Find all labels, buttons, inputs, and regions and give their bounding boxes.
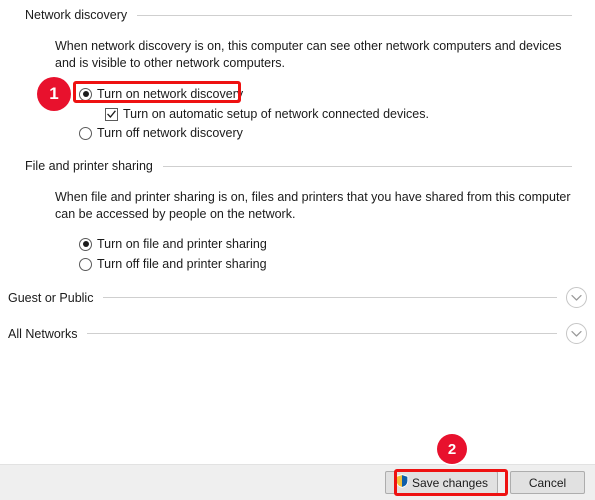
chevron-down-icon[interactable]	[566, 323, 587, 344]
chevron-down-icon[interactable]	[566, 287, 587, 308]
collapsible-section-guest-or-public[interactable]: Guest or Public	[0, 287, 595, 308]
section-header-file-and-printer-sharing: File and printer sharing	[0, 158, 595, 174]
turn-on-automatic-setup-checkbox[interactable]: Turn on automatic setup of network conne…	[105, 105, 429, 123]
section-title-file-and-printer-sharing: File and printer sharing	[25, 159, 153, 173]
file-and-printer-sharing-description: When file and printer sharing is on, fil…	[55, 190, 571, 221]
turn-off-file-and-printer-sharing-radio[interactable]: Turn off file and printer sharing	[79, 255, 267, 273]
network-discovery-description: When network discovery is on, this compu…	[55, 39, 562, 70]
collapsible-title-guest-or-public: Guest or Public	[8, 290, 94, 305]
radio-indicator	[79, 257, 92, 271]
option-label: Turn off file and printer sharing	[97, 257, 267, 271]
section-rule	[87, 333, 557, 334]
annotation-badge-2-number: 2	[447, 440, 457, 458]
option-label: Turn on file and printer sharing	[97, 237, 267, 251]
section-rule	[137, 14, 572, 16]
option-label: Turn off network discovery	[97, 126, 243, 140]
radio-indicator	[79, 87, 92, 101]
cancel-button[interactable]: Cancel	[510, 471, 585, 494]
save-changes-label: Save changes	[411, 475, 488, 490]
settings-content-area: Network discovery When network discovery…	[0, 0, 595, 464]
section-header-network-discovery: Network discovery	[0, 7, 595, 23]
collapsible-section-all-networks[interactable]: All Networks	[0, 323, 595, 344]
option-label: Turn on automatic setup of network conne…	[123, 107, 429, 121]
section-title-network-discovery: Network discovery	[25, 8, 128, 22]
radio-indicator	[79, 126, 92, 140]
annotation-badge-1-number: 1	[49, 84, 59, 103]
annotation-badge-2: 2	[437, 434, 467, 464]
turn-on-network-discovery-radio[interactable]: Turn on network discovery	[79, 85, 243, 103]
save-changes-button[interactable]: Save changes	[384, 471, 498, 494]
turn-off-network-discovery-radio[interactable]: Turn off network discovery	[79, 124, 243, 142]
radio-indicator	[79, 237, 92, 251]
uac-shield-icon	[395, 474, 409, 491]
section-rule	[103, 297, 557, 298]
command-bar: Save changes Cancel	[0, 464, 595, 500]
option-label: Turn on network discovery	[97, 87, 244, 101]
section-rule	[162, 165, 572, 167]
collapsible-title-all-networks: All Networks	[8, 326, 78, 341]
checkbox-indicator	[105, 107, 118, 121]
turn-on-file-and-printer-sharing-radio[interactable]: Turn on file and printer sharing	[79, 235, 267, 253]
annotation-badge-1: 1	[37, 77, 71, 111]
cancel-label: Cancel	[528, 475, 567, 490]
